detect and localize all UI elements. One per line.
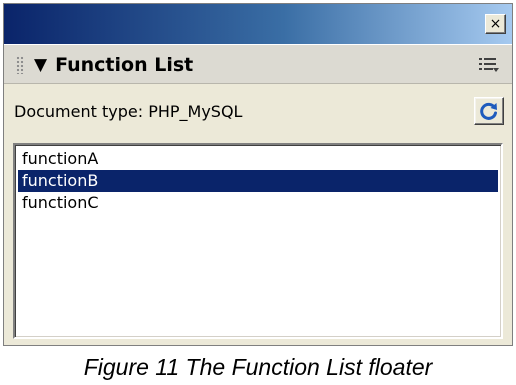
panel-title[interactable]: ▼ Function List: [34, 54, 193, 76]
function-list-item[interactable]: functionA: [18, 148, 498, 170]
figure-caption: Figure 11 The Function List floater: [83, 354, 433, 380]
refresh-icon: [480, 102, 497, 120]
refresh-button[interactable]: [474, 97, 504, 125]
figure-frame: × ▼ Function List Document type: PHP_MyS…: [0, 0, 516, 385]
function-listbox[interactable]: functionA functionB functionC: [13, 143, 503, 339]
panel-header[interactable]: ▼ Function List: [4, 44, 512, 84]
function-list-floater: × ▼ Function List Document type: PHP_MyS…: [3, 3, 513, 346]
grip-handle-icon[interactable]: [16, 56, 24, 74]
close-icon: ×: [489, 16, 502, 32]
document-type-label: Document type: PHP_MySQL: [14, 102, 243, 121]
floater-titlebar[interactable]: ×: [4, 4, 512, 44]
panel-options-icon[interactable]: [478, 56, 500, 74]
collapse-triangle-icon[interactable]: ▼: [34, 55, 47, 75]
function-list-item-selected[interactable]: functionB: [18, 170, 498, 192]
close-button[interactable]: ×: [485, 14, 506, 34]
panel-title-label: Function List: [55, 54, 194, 76]
function-list-item[interactable]: functionC: [18, 192, 498, 214]
document-type-row: Document type: PHP_MySQL: [4, 86, 512, 138]
